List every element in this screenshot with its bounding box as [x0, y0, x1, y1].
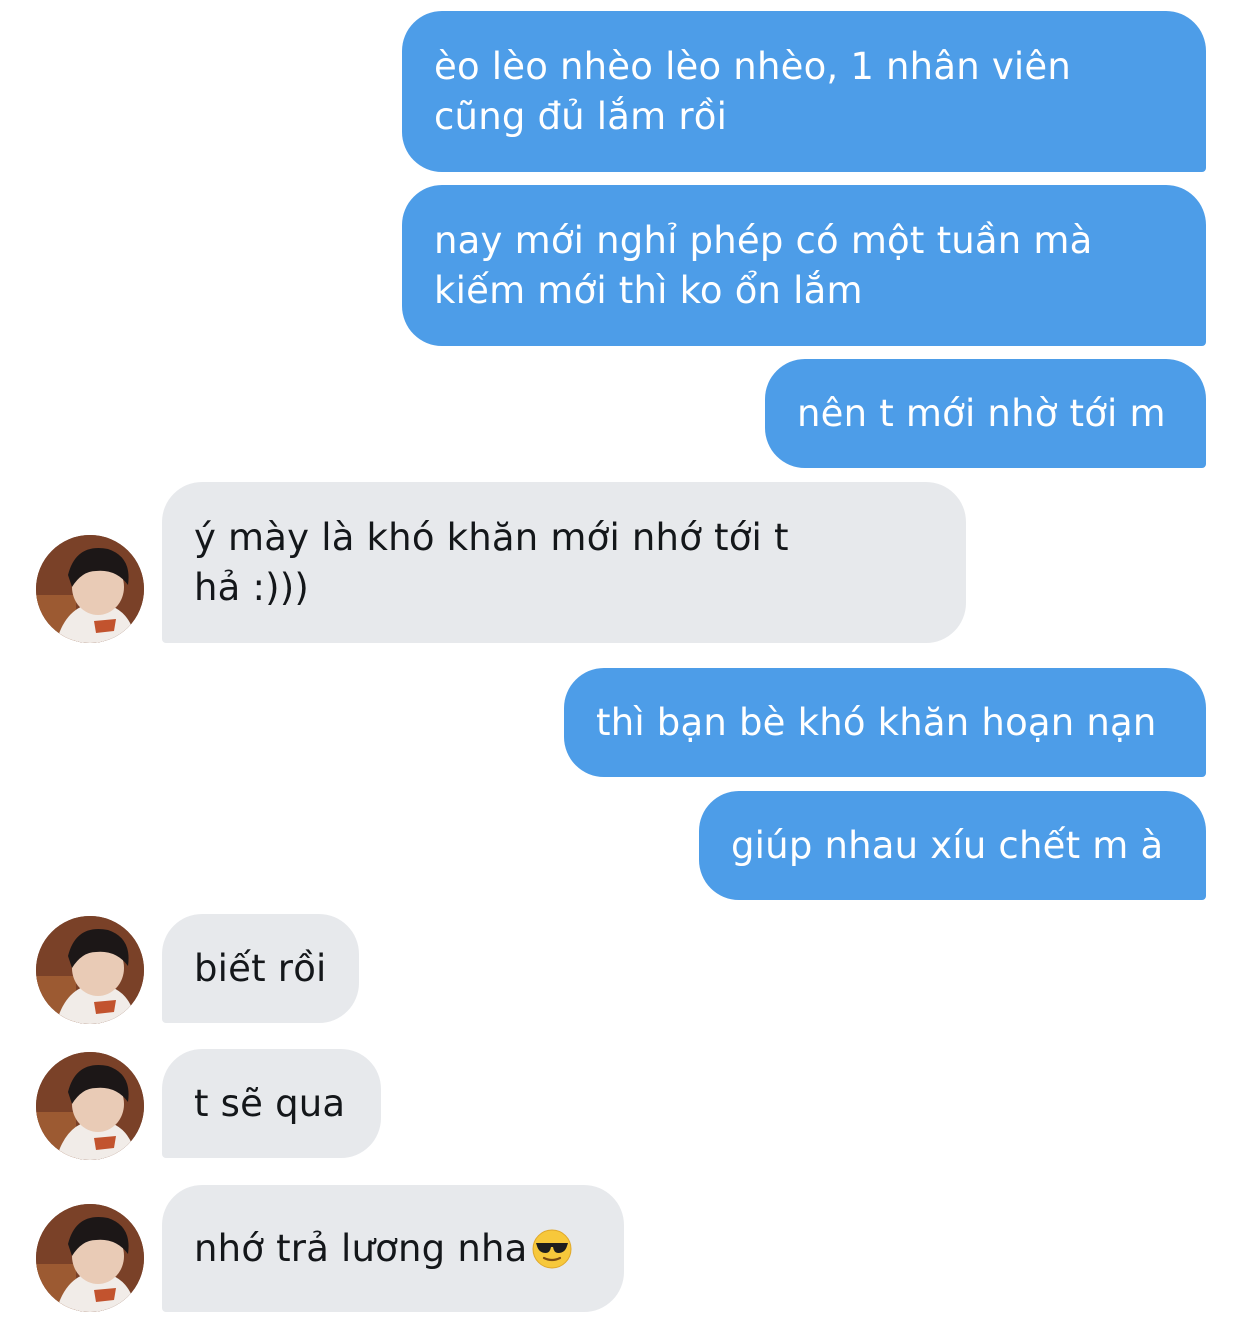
- outgoing-message[interactable]: nên t mới nhờ tới m: [765, 359, 1206, 468]
- message-text: giúp nhau xíu chết m à: [731, 823, 1164, 867]
- sunglasses-emoji-icon: [532, 1229, 571, 1268]
- avatar-photo-icon: [36, 535, 144, 643]
- message-text: t sẽ qua: [194, 1081, 346, 1125]
- avatar-photo-icon: [36, 1052, 144, 1160]
- message-text: nhớ trả lương nha: [194, 1226, 528, 1270]
- message-text: thì bạn bè khó khăn hoạn nạn: [596, 700, 1157, 744]
- avatar[interactable]: [36, 535, 144, 643]
- incoming-message[interactable]: nhớ trả lương nha: [162, 1185, 624, 1312]
- outgoing-message[interactable]: thì bạn bè khó khăn hoạn nạn: [564, 668, 1206, 777]
- incoming-message[interactable]: ý mày là khó khăn mới nhớ tới t hả :))): [162, 482, 966, 643]
- avatar-photo-icon: [36, 1204, 144, 1312]
- avatar[interactable]: [36, 1052, 144, 1160]
- avatar[interactable]: [36, 1204, 144, 1312]
- avatar[interactable]: [36, 916, 144, 1024]
- message-text: nay mới nghỉ phép có một tuần mà kiếm mớ…: [434, 218, 1093, 312]
- message-text: nên t mới nhờ tới m: [797, 391, 1166, 435]
- outgoing-message[interactable]: nay mới nghỉ phép có một tuần mà kiếm mớ…: [402, 185, 1206, 346]
- message-text: biết rồi: [194, 946, 327, 990]
- message-text: èo lèo nhèo lèo nhèo, 1 nhân viên cũng đ…: [434, 44, 1072, 138]
- avatar-photo-icon: [36, 916, 144, 1024]
- message-text: ý mày là khó khăn mới nhớ tới t hả :))): [194, 515, 789, 609]
- outgoing-message[interactable]: giúp nhau xíu chết m à: [699, 791, 1206, 900]
- outgoing-message[interactable]: èo lèo nhèo lèo nhèo, 1 nhân viên cũng đ…: [402, 11, 1206, 172]
- incoming-message[interactable]: biết rồi: [162, 914, 359, 1023]
- incoming-message[interactable]: t sẽ qua: [162, 1049, 381, 1158]
